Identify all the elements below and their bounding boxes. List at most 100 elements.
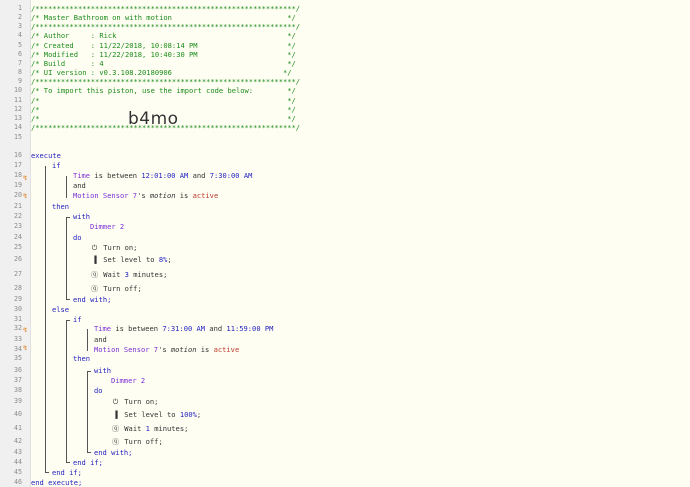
device-dimmer[interactable]: Dimmer 2 — [90, 222, 124, 231]
block-guide — [66, 462, 70, 463]
line-number: 39 — [14, 397, 22, 405]
line-number: 17 — [14, 161, 22, 169]
end-with-keyword: end with; — [94, 448, 133, 457]
action-wait[interactable]: ⓠ Wait 3 minutes; — [90, 270, 167, 280]
block-guide — [87, 371, 88, 452]
line-number: 29 — [14, 295, 22, 303]
with-keyword: with — [94, 366, 112, 375]
block-guide — [66, 176, 67, 198]
line-number: 11 — [14, 96, 22, 104]
line-number: 36 — [14, 366, 22, 374]
block-guide — [66, 320, 67, 462]
block-guide — [87, 329, 88, 351]
line-number: 16 — [14, 151, 22, 159]
line-number: 14 — [14, 123, 22, 131]
action-set-level[interactable]: ▐ Set level to 100%; — [111, 410, 201, 419]
else-keyword: else — [52, 305, 70, 314]
end-if-keyword: end if; — [73, 458, 103, 467]
block-guide — [66, 299, 70, 300]
condition-motion[interactable]: Motion Sensor 7's motion is active — [94, 345, 239, 354]
comment-line: /* */ — [31, 96, 296, 105]
if-keyword: if — [73, 315, 82, 324]
then-keyword: then — [52, 202, 70, 211]
condition-motion[interactable]: Motion Sensor 7's motion is active — [73, 191, 218, 200]
if-keyword: if — [52, 161, 61, 170]
clock-question-icon: ⓠ — [90, 270, 99, 279]
line-number: 8 — [18, 68, 22, 76]
block-guide — [66, 217, 67, 299]
line-number: 44 — [14, 458, 22, 466]
action-turn-off[interactable]: ⓠ Turn off; — [90, 284, 142, 294]
action-turn-off[interactable]: ⓠ Turn off; — [111, 437, 163, 447]
signal-bars-icon: ▐ — [113, 410, 118, 419]
line-number: 18 — [14, 171, 22, 179]
comment-line: /***************************************… — [31, 4, 301, 13]
line-number: 6 — [18, 50, 22, 58]
clock-question-icon: ⓠ — [111, 437, 120, 446]
import-code[interactable]: b4mo — [128, 109, 179, 129]
line-number: 24 — [14, 233, 22, 241]
line-number: 7 — [18, 59, 22, 67]
condition-time[interactable]: Time is between 7:31:00 AM and 11:59:00 … — [94, 324, 273, 333]
trigger-lightning-icon — [23, 326, 29, 334]
line-number: 34 — [14, 345, 22, 353]
line-number: 15 — [14, 133, 22, 141]
line-number: 9 — [18, 77, 22, 85]
line-number: 26 — [14, 255, 22, 263]
comment-line: /***************************************… — [31, 77, 301, 86]
line-number: 41 — [14, 424, 22, 432]
do-keyword: do — [94, 386, 103, 395]
line-number: 3 — [18, 22, 22, 30]
comment-line: /* Author : Rick */ — [31, 31, 296, 40]
line-number: 33 — [14, 335, 22, 343]
line-number: 35 — [14, 354, 22, 362]
line-number: 4 — [18, 31, 22, 39]
line-number: 40 — [14, 410, 22, 418]
action-turn-on[interactable]: ⏻ Turn on; — [90, 243, 138, 253]
condition-time[interactable]: Time is between 12:01:00 AM and 7:30:00 … — [73, 171, 252, 180]
with-keyword: with — [73, 212, 91, 221]
and-operator: and — [94, 335, 107, 344]
line-number: 43 — [14, 448, 22, 456]
line-number: 46 — [14, 478, 22, 486]
action-turn-on[interactable]: ⏻ Turn on; — [111, 397, 159, 407]
trigger-lightning-icon — [23, 344, 29, 352]
line-number: 45 — [14, 468, 22, 476]
power-icon: ⏻ — [112, 397, 119, 406]
do-keyword: do — [73, 233, 82, 242]
line-number: 25 — [14, 243, 22, 251]
comment-line: /***************************************… — [31, 22, 301, 31]
line-number: 19 — [14, 181, 22, 189]
action-wait[interactable]: ⓠ Wait 1 minutes; — [111, 424, 188, 434]
comment-line: /* Created : 11/22/2018, 10:08:14 PM */ — [31, 41, 296, 50]
block-guide — [87, 452, 91, 453]
trigger-lightning-icon — [23, 192, 29, 200]
line-number: 37 — [14, 376, 22, 384]
line-number: 27 — [14, 270, 22, 278]
and-operator: and — [73, 181, 86, 190]
execute-keyword: execute — [31, 151, 61, 160]
line-number: 21 — [14, 202, 22, 210]
line-number: 23 — [14, 222, 22, 230]
line-number: 22 — [14, 212, 22, 220]
line-number: 5 — [18, 41, 22, 49]
block-guide — [45, 166, 46, 472]
device-dimmer[interactable]: Dimmer 2 — [111, 376, 145, 385]
piston-code-view: 1 2 3 4 5 6 7 8 9 10 11 12 13 14 15 16 17 18 19 20 21 22 23 24 2… — [0, 0, 690, 487]
action-set-level[interactable]: ▐ Set level to 8%; — [90, 255, 171, 264]
comment-line: /* Build : 4 */ — [31, 59, 296, 68]
line-number: 20 — [14, 191, 22, 199]
line-number: 2 — [18, 13, 22, 21]
comment-line: /* Modified : 11/22/2018, 10:40:30 PM */ — [31, 50, 296, 59]
end-if-keyword: end if; — [52, 468, 82, 477]
end-execute-keyword: end execute; — [31, 478, 83, 487]
block-guide — [45, 472, 49, 473]
line-number: 12 — [14, 105, 22, 113]
block-guide — [66, 217, 70, 218]
line-number: 30 — [14, 305, 22, 313]
comment-line: /* Master Bathroom on with motion */ — [31, 13, 296, 22]
signal-bars-icon: ▐ — [92, 255, 97, 264]
end-with-keyword: end with; — [73, 295, 112, 304]
clock-question-icon: ⓠ — [90, 284, 99, 293]
block-guide — [87, 371, 91, 372]
